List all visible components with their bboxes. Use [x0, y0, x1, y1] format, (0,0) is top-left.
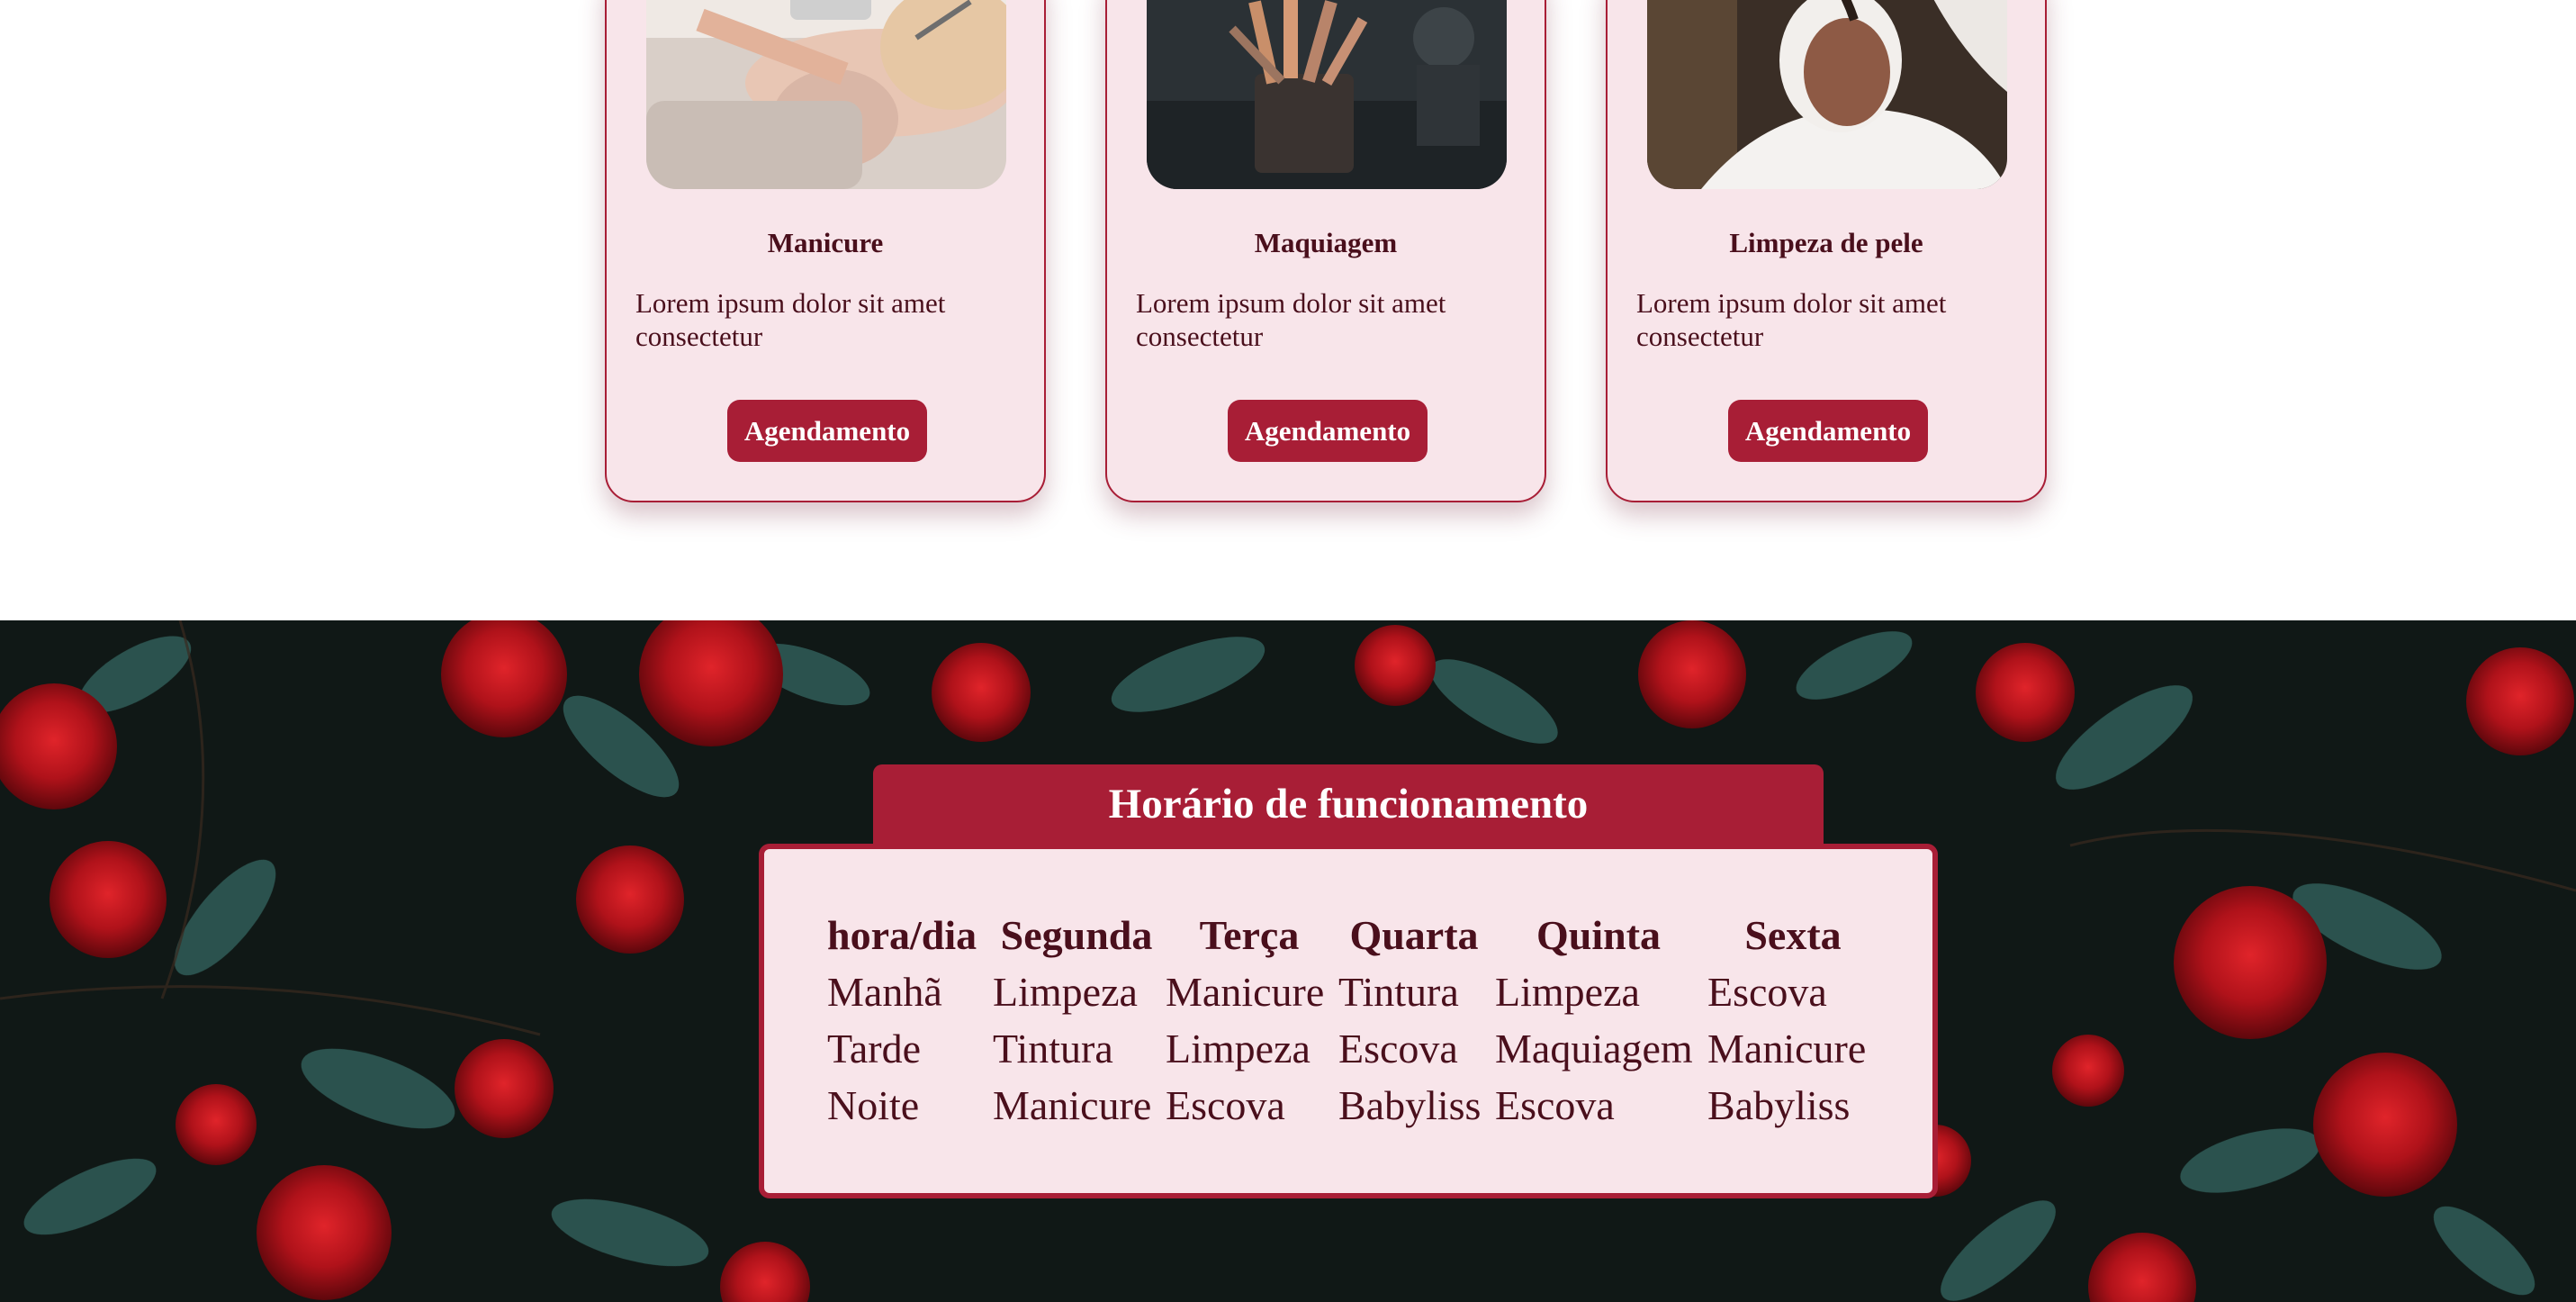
service-description: Lorem ipsum dolor sit amet consectetur [635, 287, 946, 352]
table-header-row: hora/dia Segunda Terça Quarta Quinta Sex… [827, 907, 1884, 963]
table-cell: Babyliss [1338, 1082, 1482, 1128]
table-cell: Limpeza [1166, 1026, 1311, 1071]
table-cell: Manicure [1166, 969, 1325, 1015]
table-cell: Maquiagem [1495, 1026, 1693, 1071]
table-cell: Tintura [1338, 969, 1459, 1015]
column-header: Terça [1199, 912, 1300, 958]
table-cell: Tintura [993, 1026, 1113, 1071]
table-cell: Escova [1707, 969, 1827, 1015]
column-header: Quinta [1536, 912, 1662, 958]
opening-hours-title: Horário de funcionamento [873, 764, 1824, 847]
service-description: Lorem ipsum dolor sit amet consectetur [1636, 287, 1947, 352]
makeup-brushes-photo [1147, 0, 1507, 189]
column-header: Segunda [1000, 912, 1153, 958]
table-cell: Manhã [827, 969, 942, 1015]
schedule-button[interactable]: Agendamento [1728, 400, 1928, 462]
schedule-table: hora/dia Segunda Terça Quarta Quinta Sex… [827, 907, 1884, 1134]
column-header: hora/dia [827, 912, 977, 958]
services-section: Manicure Lorem ipsum dolor sit amet cons… [0, 0, 2576, 621]
schedule-button[interactable]: Agendamento [727, 400, 927, 462]
table-cell: Manicure [1707, 1026, 1867, 1071]
service-card-manicure: Manicure Lorem ipsum dolor sit amet cons… [605, 0, 1046, 502]
table-cell: Limpeza [993, 969, 1138, 1015]
service-title: Limpeza de pele [1729, 227, 1923, 258]
table-cell: Manicure [993, 1082, 1152, 1128]
column-header: Quarta [1349, 912, 1479, 958]
opening-hours-section: Horário de funcionamento hora/dia Segund… [0, 620, 2576, 1302]
table-cell: Escova [1338, 1026, 1458, 1071]
service-card-limpeza-de-pele: Limpeza de pele Lorem ipsum dolor sit am… [1606, 0, 2047, 502]
table-cell: Escova [1495, 1082, 1615, 1128]
table-row: Tarde Tintura Limpeza Escova Maquiagem M… [827, 1020, 1884, 1077]
table-cell: Escova [1166, 1082, 1285, 1128]
service-card-maquiagem: Maquiagem Lorem ipsum dolor sit amet con… [1105, 0, 1546, 502]
facial-treatment-photo [1647, 0, 2007, 189]
table-cell: Noite [827, 1082, 920, 1128]
table-cell: Limpeza [1495, 969, 1640, 1015]
service-title: Maquiagem [1254, 227, 1398, 258]
table-cell: Babyliss [1707, 1082, 1851, 1128]
column-header: Sexta [1744, 912, 1842, 958]
schedule-panel: hora/dia Segunda Terça Quarta Quinta Sex… [759, 844, 1938, 1198]
service-description: Lorem ipsum dolor sit amet consectetur [1136, 287, 1446, 352]
table-row: Manhã Limpeza Manicure Tintura Limpeza E… [827, 963, 1884, 1020]
service-title: Manicure [767, 227, 884, 258]
table-row: Noite Manicure Escova Babyliss Escova Ba… [827, 1077, 1884, 1134]
schedule-button[interactable]: Agendamento [1228, 400, 1428, 462]
manicure-photo [646, 0, 1006, 189]
table-cell: Tarde [827, 1026, 922, 1071]
